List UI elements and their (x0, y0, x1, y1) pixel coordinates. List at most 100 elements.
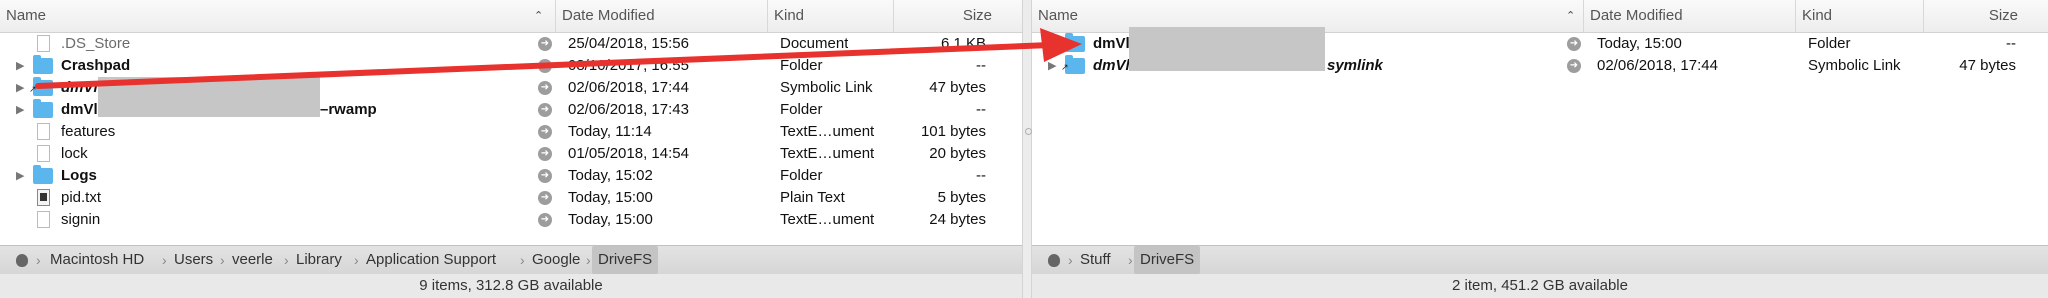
file-kind: TextE…ument (780, 211, 875, 228)
disclosure-triangle-icon[interactable]: ▶ (16, 165, 24, 187)
column-kind[interactable]: Kind (1796, 0, 1924, 32)
list-item[interactable]: .DS_Store ➜ 25/04/2018, 15:56 Document 6… (0, 33, 1022, 55)
file-size: 101 bytes (920, 123, 986, 140)
file-kind: Folder (780, 167, 823, 184)
chevron-right-icon: › (162, 252, 167, 268)
chevron-right-icon: › (220, 252, 225, 268)
list-item[interactable]: pid.txt ➜ Today, 15:00 Plain Text 5 byte… (0, 187, 1022, 209)
chevron-right-icon: › (520, 252, 525, 268)
list-item[interactable]: lock ➜ 01/05/2018, 14:54 TextE…ument 20 … (0, 143, 1022, 165)
file-date: Today, 11:14 (568, 123, 652, 140)
file-date: Today, 15:02 (568, 167, 653, 184)
path-bar: › Macintosh HD › Users › veerle › Librar… (0, 245, 1022, 275)
chevron-right-icon: › (586, 252, 591, 268)
file-name: dmVl (1093, 35, 1130, 52)
column-kind-label: Kind (774, 7, 805, 24)
folder-icon (33, 99, 53, 118)
breadcrumb-item[interactable]: Stuff (1080, 246, 1111, 274)
file-kind: Folder (780, 101, 823, 118)
redaction-block (98, 87, 320, 117)
column-size-label: Size (962, 7, 992, 24)
list-item[interactable]: signin ➜ Today, 15:00 TextE…ument 24 byt… (0, 209, 1022, 231)
split-divider[interactable] (1022, 0, 1032, 298)
disclosure-triangle-icon[interactable]: ▶ (1048, 55, 1056, 77)
column-size[interactable]: Size (894, 0, 1022, 32)
status-bar: 9 items, 312.8 GB available (0, 274, 1022, 298)
breadcrumb-item[interactable]: Macintosh HD (50, 246, 144, 274)
file-name: pid.txt (61, 189, 102, 206)
file-date: Today, 15:00 (568, 189, 653, 206)
file-size: -- (976, 101, 986, 118)
document-icon (37, 123, 50, 140)
go-arrow-icon[interactable]: ➜ (538, 191, 552, 205)
column-size-label: Size (1988, 7, 2018, 24)
file-kind: Folder (1808, 35, 1851, 52)
go-arrow-icon[interactable]: ➜ (1567, 59, 1581, 73)
column-size[interactable]: Size (1924, 0, 2048, 32)
breadcrumb-current[interactable]: DriveFS (592, 246, 659, 274)
file-kind: Symbolic Link (1808, 57, 1901, 74)
right-finder-pane: Name ⌃ Date Modified Kind Size dmVl ➜ To… (1032, 0, 2048, 298)
go-arrow-icon[interactable]: ➜ (538, 169, 552, 183)
status-bar: 2 item, 451.2 GB available (1032, 274, 2048, 298)
chevron-right-icon: › (284, 252, 289, 268)
go-arrow-icon[interactable]: ➜ (538, 37, 552, 51)
folder-icon (1065, 33, 1085, 52)
disclosure-triangle-icon[interactable]: ▶ (16, 99, 24, 121)
list-item[interactable]: ▶ Logs ➜ Today, 15:02 Folder -- (0, 165, 1022, 187)
left-finder-pane: Name ⌃ Date Modified Kind Size .DS_Store… (0, 0, 1022, 298)
breadcrumb-item[interactable]: veerle (232, 246, 273, 274)
file-kind: Plain Text (780, 189, 845, 206)
column-date-modified[interactable]: Date Modified (556, 0, 768, 32)
go-arrow-icon[interactable]: ➜ (1567, 37, 1581, 51)
file-kind: TextE…ument (780, 123, 875, 140)
list-item[interactable]: features ➜ Today, 11:14 TextE…ument 101 … (0, 121, 1022, 143)
file-size: 5 bytes (937, 189, 986, 206)
file-date: 08/10/2017, 16:55 (568, 57, 689, 74)
file-size: -- (976, 167, 986, 184)
column-kind-label: Kind (1802, 7, 1833, 24)
document-icon (37, 35, 50, 52)
go-arrow-icon[interactable]: ➜ (538, 125, 552, 139)
go-arrow-icon[interactable]: ➜ (538, 81, 552, 95)
go-arrow-icon[interactable]: ➜ (538, 103, 552, 117)
apple-icon (1048, 254, 1060, 267)
document-icon (37, 145, 50, 162)
file-date: 02/06/2018, 17:44 (568, 79, 689, 96)
disclosure-triangle-icon[interactable]: ▶ (16, 55, 24, 77)
chevron-right-icon: › (36, 252, 41, 268)
file-size: 47 bytes (929, 79, 986, 96)
resize-handle-icon (1025, 128, 1032, 135)
go-arrow-icon[interactable]: ➜ (538, 59, 552, 73)
go-arrow-icon[interactable]: ➜ (538, 213, 552, 227)
text-file-icon (37, 189, 50, 206)
redaction-block (1129, 27, 1325, 71)
column-kind[interactable]: Kind (768, 0, 894, 32)
breadcrumb-item[interactable]: Users (174, 246, 213, 274)
file-name: Crashpad (61, 57, 131, 74)
sort-ascending-icon: ⌃ (1566, 10, 1576, 22)
folder-alias-icon: ↗ (29, 77, 53, 96)
folder-icon (33, 165, 53, 184)
list-item[interactable]: ▶ Crashpad ➜ 08/10/2017, 16:55 Folder -- (0, 55, 1022, 77)
list-item[interactable]: ▶ dmVl –rwamp ➜ 02/06/2018, 17:43 Folder… (0, 87, 1022, 121)
chevron-right-icon: › (1068, 252, 1073, 268)
file-name: dmVl (61, 79, 98, 96)
breadcrumb-item[interactable]: Application Support (366, 246, 496, 274)
breadcrumb-item[interactable]: Google (532, 246, 580, 274)
go-arrow-icon[interactable]: ➜ (538, 147, 552, 161)
file-kind: Document (780, 35, 849, 52)
file-name: .DS_Store (61, 35, 131, 52)
file-kind: Folder (780, 57, 823, 74)
file-name: Logs (61, 167, 97, 184)
file-size: 24 bytes (929, 211, 986, 228)
column-name-label: Name (1038, 7, 1079, 24)
breadcrumb-item[interactable]: Library (296, 246, 342, 274)
disclosure-triangle-icon[interactable]: ▶ (16, 77, 24, 99)
folder-icon (33, 55, 53, 74)
breadcrumb-current[interactable]: DriveFS (1134, 246, 1201, 274)
file-name-suffix: symlink (1327, 57, 1383, 74)
column-name[interactable]: Name ⌃ (0, 0, 556, 32)
sort-ascending-icon: ⌃ (534, 10, 544, 22)
column-date-modified[interactable]: Date Modified (1584, 0, 1796, 32)
